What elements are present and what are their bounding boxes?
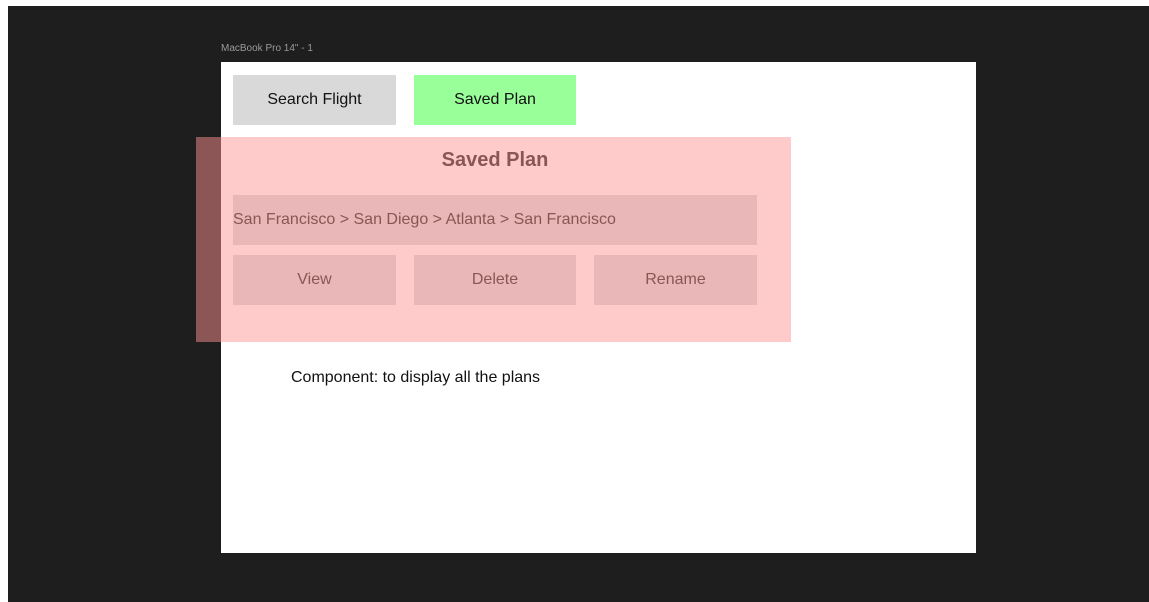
- plan-route-row[interactable]: San Francisco > San Diego > Atlanta > Sa…: [233, 195, 757, 245]
- delete-button[interactable]: Delete: [414, 255, 576, 305]
- frame-label[interactable]: MacBook Pro 14" - 1: [221, 43, 313, 54]
- view-button[interactable]: View: [233, 255, 396, 305]
- component-note: Component: to display all the plans: [291, 369, 541, 386]
- search-flight-button[interactable]: Search Flight: [233, 75, 396, 125]
- rename-button[interactable]: Rename: [594, 255, 757, 305]
- saved-plan-title: Saved Plan: [441, 149, 549, 171]
- saved-plan-button[interactable]: Saved Plan: [414, 75, 576, 125]
- component-edge-marker: [196, 137, 221, 342]
